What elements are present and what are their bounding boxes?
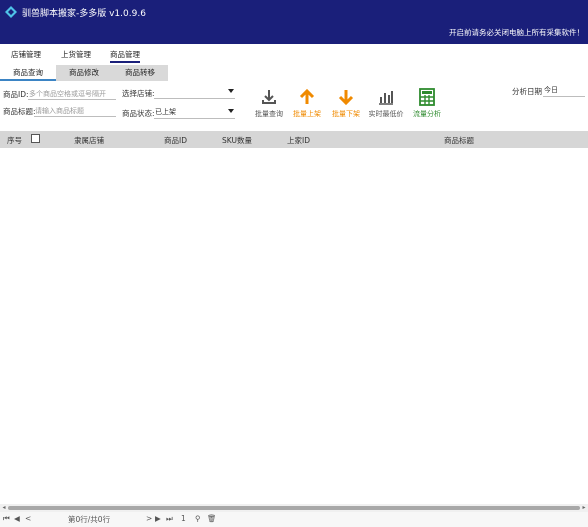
chevron-down-icon [228,109,234,113]
analysis-date-select[interactable]: 今日 [543,85,585,97]
scroll-right-icon[interactable]: ▸ [581,505,587,511]
scroll-left-icon[interactable]: ◂ [1,505,7,511]
warning-notice: 开启前请务必关闭电脑上所有采集软件！ [449,28,584,37]
realtime-lowest-price-button[interactable]: 实时最低价 [366,86,406,122]
batch-delist-button[interactable]: 批量下架 [326,86,366,122]
nav-store-management[interactable]: 店铺管理 [11,49,41,63]
row-status: 第0行/共0行 [68,515,111,524]
chevron-down-icon [228,89,234,93]
realtime-lowest-price-label: 实时最低价 [368,110,404,118]
status-select-label: 商品状态: [122,109,155,118]
status-select-value: 已上架 [155,108,176,116]
batch-query-label: 批量查询 [255,110,283,118]
app-logo-icon [5,6,17,18]
table-header: 序号 隶属店铺 商品ID SKU数量 上家ID 商品标题 [0,131,588,148]
store-select[interactable] [154,87,235,99]
page-number: 1 [181,514,186,523]
previous-row-icon[interactable]: < [25,514,31,523]
column-header-index[interactable]: 序号 [7,135,22,146]
nav-product-management[interactable]: 商品管理 [110,49,140,63]
analysis-date-label: 分析日期 [512,87,542,96]
tab-product-query[interactable]: 商品查询 [0,65,56,81]
scrollbar-thumb[interactable] [8,506,580,510]
product-title-label: 商品标题: [3,107,36,116]
batch-query-button[interactable]: 批量查询 [249,86,289,122]
calculator-icon [419,88,435,106]
main-nav: 店铺管理 上货管理 商品管理 [0,47,588,64]
pager: ⏮ ◀ < 第0行/共0行 > ▶ ⏭ 1 ⚲ 🗑 [0,512,588,527]
column-header-sku-count[interactable]: SKU数量 [222,135,252,146]
batch-delist-label: 批量下架 [332,110,360,118]
first-page-icon[interactable]: ⏮ [3,514,10,524]
bar-chart-icon [379,91,393,105]
download-icon [262,90,276,104]
store-select-label: 选择店铺: [122,89,155,98]
batch-list-button[interactable]: 批量上架 [287,86,327,122]
title-bar: 驯兽脚本搬家-多多版 v1.0.9.6 开启前请务必关闭电脑上所有采集软件！ [0,0,588,44]
sub-tabs: 商品查询 商品修改 商品转移 [0,65,588,81]
next-row-icon[interactable]: > [146,514,152,523]
batch-list-label: 批量上架 [293,110,321,118]
product-id-input[interactable] [28,88,116,100]
arrow-down-icon [338,90,354,106]
column-header-source-id[interactable]: 上家ID [287,135,310,146]
select-all-checkbox[interactable] [31,134,40,143]
product-title-input[interactable] [34,105,116,117]
product-id-label: 商品ID: [3,90,29,99]
pin-icon[interactable]: ⚲ [195,514,201,523]
tab-product-edit[interactable]: 商品修改 [56,65,112,81]
tab-product-transfer[interactable]: 商品转移 [112,65,168,81]
status-select[interactable]: 已上架 [154,107,235,119]
previous-page-icon[interactable]: ◀ [14,514,20,523]
table-body[interactable] [0,148,588,504]
column-header-product-id[interactable]: 商品ID [164,135,187,146]
window-title: 驯兽脚本搬家-多多版 v1.0.9.6 [22,9,146,19]
horizontal-scrollbar[interactable]: ◂ ▸ [0,504,588,512]
nav-listing-management[interactable]: 上货管理 [61,49,91,63]
last-page-icon[interactable]: ⏭ [166,514,173,524]
trash-icon[interactable]: 🗑 [207,514,217,523]
arrow-up-icon [299,88,315,104]
traffic-analysis-label: 流量分析 [413,110,441,118]
traffic-analysis-button[interactable]: 流量分析 [407,86,447,122]
next-page-icon[interactable]: ▶ [155,514,161,523]
column-header-product-title[interactable]: 商品标题 [444,135,474,146]
analysis-date-value: 今日 [544,86,558,94]
column-header-store[interactable]: 隶属店铺 [74,135,104,146]
